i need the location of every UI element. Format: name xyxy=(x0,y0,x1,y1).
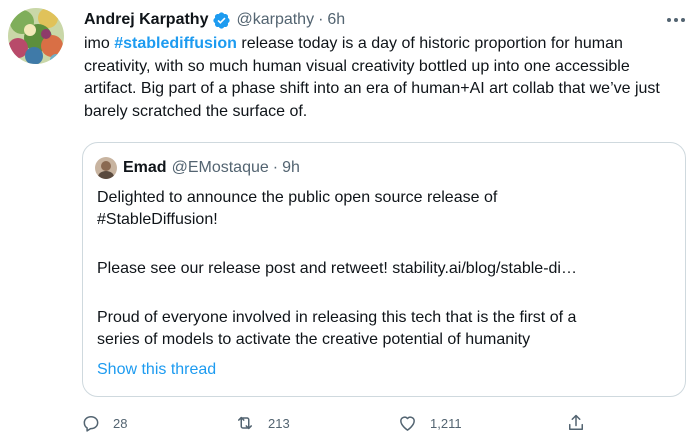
show-thread-link[interactable]: Show this thread xyxy=(97,359,677,381)
tweet: Andrej Karpathy @karpathy · 6h imo #stab… xyxy=(0,0,700,438)
quoted-time: 9h xyxy=(282,159,300,176)
reply-count: 28 xyxy=(113,415,128,431)
like-count: 1,211 xyxy=(430,415,462,431)
tweet-text-prefix: imo xyxy=(84,35,115,52)
quoted-avatar xyxy=(95,157,117,179)
quoted-text-line-1: Delighted to announce the public open so… xyxy=(97,189,498,206)
verified-badge-icon xyxy=(212,11,231,30)
hashtag-link[interactable]: #stablediffusion xyxy=(114,35,237,52)
author-handle[interactable]: @karpathy xyxy=(236,11,314,29)
share-icon xyxy=(566,412,586,434)
like-button[interactable]: 1,211 xyxy=(397,410,462,436)
tweet-time[interactable]: 6h xyxy=(327,11,345,29)
heart-icon xyxy=(397,413,418,433)
tweet-actions: 28 213 1,211 xyxy=(0,410,700,438)
retweet-icon xyxy=(234,413,256,433)
author-name[interactable]: Andrej Karpathy xyxy=(84,11,208,29)
reply-icon xyxy=(81,413,101,433)
tweet-text: imo #stablediffusion release today is a … xyxy=(84,33,684,123)
reply-button[interactable]: 28 xyxy=(81,410,127,436)
quoted-separator: · xyxy=(272,159,279,176)
quoted-author-handle: @EMostaque xyxy=(171,159,269,176)
quoted-tweet-header: Emad @EMostaque · 9h xyxy=(95,157,300,179)
quoted-text-line-4: Proud of everyone involved in releasing … xyxy=(97,309,577,326)
more-icon[interactable] xyxy=(664,12,688,28)
quoted-text-line-5: series of models to activate the creativ… xyxy=(97,331,531,348)
header-separator: · xyxy=(318,11,324,28)
share-button[interactable] xyxy=(566,410,586,436)
quoted-text-line-2: #StableDiffusion! xyxy=(97,211,218,228)
retweet-count: 213 xyxy=(268,415,290,431)
quoted-text-line-3: Please see our release post and retweet!… xyxy=(97,260,577,277)
avatar[interactable] xyxy=(8,8,64,64)
tweet-header: Andrej Karpathy @karpathy · 6h xyxy=(84,9,345,31)
retweet-button[interactable]: 213 xyxy=(234,410,290,436)
quoted-tweet[interactable]: Emad @EMostaque · 9h Delighted to announ… xyxy=(82,142,686,397)
quoted-author-name: Emad xyxy=(123,159,167,176)
